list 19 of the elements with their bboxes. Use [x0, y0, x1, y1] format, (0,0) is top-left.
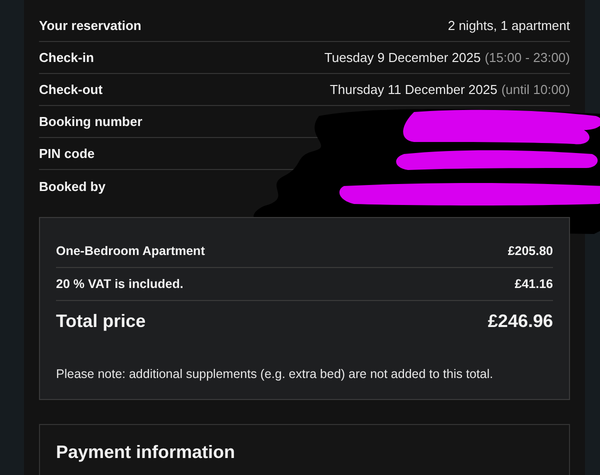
price-amount: £205.80 [508, 244, 553, 258]
row-label: Booking number [39, 114, 142, 129]
total-amount: £246.96 [488, 310, 553, 332]
price-label: One-Bedroom Apartment [56, 244, 205, 258]
price-amount: £41.16 [514, 277, 553, 291]
total-label: Total price [56, 310, 146, 332]
price-note: Please note: additional supplements (e.g. extra bed) are not added to this total. [56, 367, 494, 381]
row-label: PIN code [39, 146, 95, 161]
row-note: (until 10:00) [501, 82, 570, 97]
row-value: Thursday 11 December 2025 [330, 82, 498, 97]
payment-title: Payment information [56, 442, 236, 462]
row-value: Tuesday 9 December 2025 [324, 50, 481, 65]
row-label: Booked by [39, 178, 106, 194]
row-note: (15:00 - 23:00) [484, 50, 570, 65]
row-label: Check-in [39, 50, 94, 65]
row-value: 2 nights, 1 apartment [448, 18, 570, 33]
price-label: 20 % VAT is included. [56, 277, 184, 291]
row-label: Check-out [39, 82, 103, 97]
row-label: Your reservation [39, 18, 142, 33]
